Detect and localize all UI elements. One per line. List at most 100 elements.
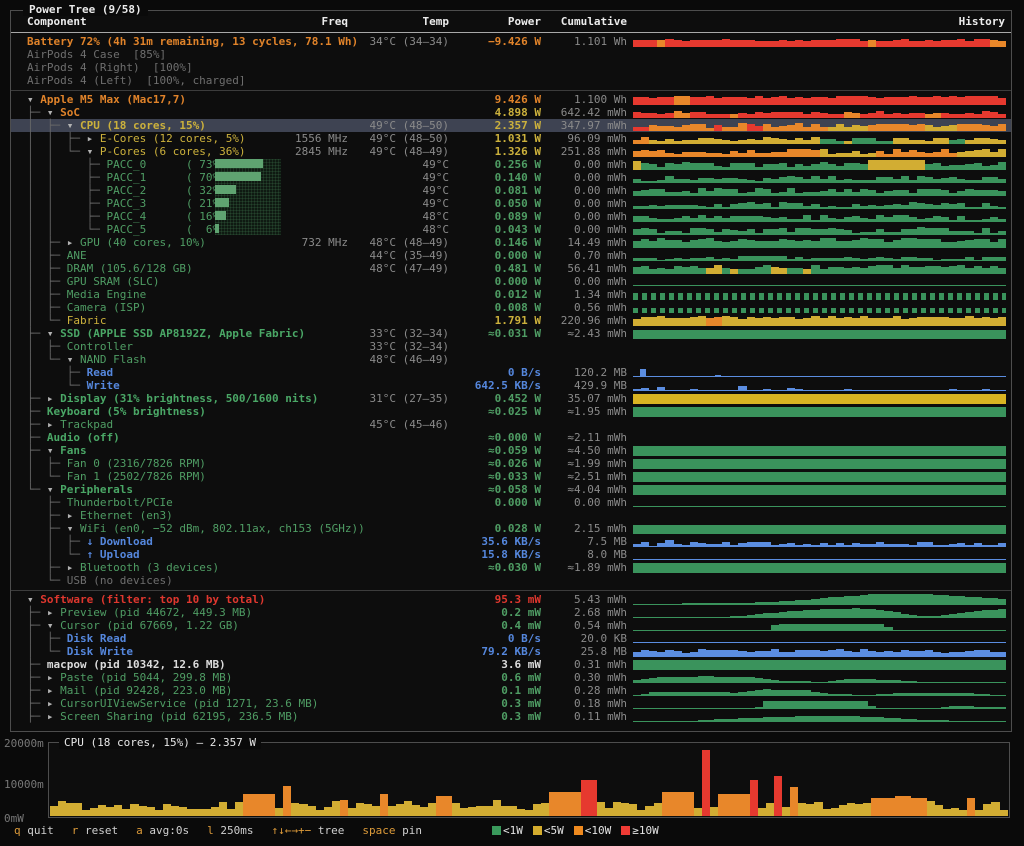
tree-row[interactable]: AirPods 4 (Left) [100%, charged] [11,74,1011,87]
tree-row[interactable]: │ ├─ Media Engine0.012 W1.34 mWh [11,288,1011,301]
tree-row[interactable]: │ │ ├─ PACC_4 ( 16%)48°C0.089 W0.00 mWh [11,210,1011,223]
collapse-triangle-icon[interactable]: ▾ [27,593,40,606]
expand-triangle-icon[interactable]: ▸ [47,418,60,431]
tree-row[interactable]: │ ├─ Controller33°C (32–34) [11,340,1011,353]
expand-triangle-icon[interactable]: ▸ [47,684,60,697]
tree-row[interactable]: │ │ └─ PACC_5 ( 6%)48°C0.043 W0.00 mWh [11,223,1011,236]
tree-row[interactable]: ├─ ▸ Bluetooth (3 devices)≈0.030 W≈1.89 … [11,561,1011,574]
expand-triangle-icon[interactable]: ▸ [47,392,60,405]
expand-triangle-icon[interactable]: ▸ [47,671,60,684]
expand-triangle-icon[interactable]: ▸ [47,710,60,723]
tree-branch-lines: ├─ [27,561,67,574]
tree-row[interactable]: │ └─ Fabric1.791 W220.96 mWh [11,314,1011,327]
tree-row[interactable]: ├─ Keyboard (5% brightness)≈0.025 W≈1.95… [11,405,1011,418]
tree-row[interactable]: ├─ Thunderbolt/PCIe0.000 W0.00 mWh [11,496,1011,509]
tree-row[interactable]: │ ├─ GPU SRAM (SLC)0.000 W0.00 mWh [11,275,1011,288]
tree-row[interactable]: │ │ ├─ PACC_0 ( 73%)49°C0.256 W0.00 mWh [11,158,1011,171]
history-bar [714,650,722,657]
collapse-triangle-icon[interactable]: ▾ [67,353,80,366]
collapse-triangle-icon[interactable]: ▾ [47,327,60,340]
collapse-triangle-icon[interactable]: ▾ [67,119,80,132]
tree-row[interactable]: ▾ Apple M5 Max (Mac17,7)9.426 W1.100 Wh [11,93,1011,106]
collapse-triangle-icon[interactable]: ▾ [27,93,40,106]
tree-row[interactable]: ├─ ▸ Mail (pid 92428, 223.0 MB)0.1 mW0.2… [11,684,1011,697]
history-bar [698,390,706,391]
history-bar [990,721,998,722]
tree-row[interactable]: │ └─ Disk Write79.2 KB/s25.8 MB [11,645,1011,658]
tree-row[interactable]: │ ├─ ANE44°C (35–49)0.000 W0.70 mWh [11,249,1011,262]
tree-row[interactable]: │ ├─ Fan 0 (2316/7826 RPM)≈0.026 W≈1.99 … [11,457,1011,470]
history-bar [726,794,734,816]
collapse-triangle-icon[interactable]: ▾ [47,106,60,119]
tree-row[interactable]: │ ├─ ▾ CPU (18 cores, 15%)49°C (48–50)2.… [11,119,1011,132]
tree-row[interactable]: │ └─ Fan 1 (2502/7826 RPM)≈0.033 W≈2.51 … [11,470,1011,483]
tree-row[interactable]: ├─ ▾ SSD (APPLE SSD AP8192Z, Apple Fabri… [11,327,1011,340]
history-bar [682,179,690,183]
tree-row[interactable]: ├─ ▾ WiFi (en0, −52 dBm, 802.11ax, ch153… [11,522,1011,535]
tree-row[interactable]: ├─ ▸ Trackpad45°C (45–46) [11,418,1011,431]
expand-triangle-icon[interactable]: ▸ [87,132,100,145]
history-bar [690,542,698,547]
history-bar [657,604,665,605]
tree-row[interactable]: ├─ ▸ Paste (pid 5044, 299.8 MB)0.6 mW0.3… [11,671,1011,684]
tree-row[interactable]: Battery 72% (4h 31m remaining, 13 cycles… [11,35,1011,48]
history-bar [747,240,755,248]
tree-row[interactable]: ├─ ▸ Preview (pid 44672, 449.3 MB)0.2 mW… [11,606,1011,619]
tree-row[interactable]: └─ USB (no devices) [11,574,1011,587]
tree-row[interactable]: AirPods 4 Case [85%] [11,48,1011,61]
tree-row[interactable]: │ ├─ Camera (ISP)0.008 W0.56 mWh [11,301,1011,314]
history-bar [633,140,641,144]
history-sparkline [633,107,1006,118]
tree-row[interactable]: ├─ ▾ Fans≈0.059 W≈4.50 mWh [11,444,1011,457]
tree-row[interactable]: ├─ ▸ Ethernet (en3) [11,509,1011,522]
collapse-triangle-icon[interactable]: ▾ [87,145,100,158]
tree-row[interactable]: ├─ ▾ Cursor (pid 67669, 1.22 GB)0.4 mW0.… [11,619,1011,632]
history-bar [814,802,822,816]
tree-row[interactable]: │ ├─ Read0 B/s120.2 MB [11,366,1011,379]
cumulative-value: 56.41 mWh [545,262,627,275]
tree-row[interactable]: │ │ ├─ ▸ E-Cores (12 cores, 5%)1556 MHz4… [11,132,1011,145]
collapse-triangle-icon[interactable]: ▾ [47,444,60,457]
tree-row[interactable]: │ │ ├─ PACC_3 ( 21%)49°C0.050 W0.00 mWh [11,197,1011,210]
history-bar [925,189,933,196]
history-bar [589,780,597,816]
tree-row[interactable]: │ │ ├─ PACC_1 ( 70%)49°C0.140 W0.00 mWh [11,171,1011,184]
tree-row[interactable]: │ └─ ↑ Upload15.8 KB/s8.0 MB [11,548,1011,561]
tree-row[interactable]: │ ├─ Disk Read0 B/s20.0 KB [11,632,1011,645]
expand-triangle-icon[interactable]: ▸ [67,509,80,522]
tree-row[interactable]: ├─ ▸ Display (31% brightness, 500/1600 n… [11,392,1011,405]
tree-row[interactable]: └─ ▾ Peripherals≈0.058 W≈4.04 mWh [11,483,1011,496]
tree-row[interactable]: │ └─ ▾ NAND Flash48°C (46–49) [11,353,1011,366]
history-bar [957,152,965,157]
tree-row[interactable]: │ ├─ ↓ Download35.6 KB/s7.5 MB [11,535,1011,548]
tree-row[interactable]: ├─ Audio (off)≈0.000 W≈2.11 mWh [11,431,1011,444]
history-bar [730,216,738,222]
cumulative-value: 429.9 MB [545,379,627,392]
shortcut-pin: space pin [362,824,422,837]
component-name: PACC_5 ( 6%) [106,223,225,236]
history-bar [860,679,868,683]
expand-triangle-icon[interactable]: ▸ [67,561,80,574]
collapse-triangle-icon[interactable]: ▾ [47,483,60,496]
expand-triangle-icon[interactable]: ▸ [47,606,60,619]
tree-row[interactable]: ├─ ▸ CursorUIViewService (pid 1271, 23.6… [11,697,1011,710]
tree-row[interactable]: ├─ ▸ Screen Sharing (pid 62195, 236.5 MB… [11,710,1011,723]
tree-row[interactable]: ├─ macpow (pid 10342, 12.6 MB)3.6 mW0.31… [11,658,1011,671]
tree-row[interactable]: │ ├─ DRAM (105.6/128 GB)48°C (47–49)0.48… [11,262,1011,275]
tree-row[interactable]: │ │ └─ ▾ P-Cores (6 cores, 36%)2845 MHz4… [11,145,1011,158]
history-bar [860,544,868,547]
tree-row[interactable]: │ ├─ ▸ GPU (40 cores, 10%)732 MHz48°C (4… [11,236,1011,249]
tree-row[interactable]: AirPods 4 (Right) [100%] [11,61,1011,74]
tree-row[interactable]: │ └─ Write642.5 KB/s429.9 MB [11,379,1011,392]
history-bar [722,268,730,274]
history-bar [860,218,868,222]
tree-row[interactable]: │ │ ├─ PACC_2 ( 32%)49°C0.081 W0.00 mWh [11,184,1011,197]
expand-triangle-icon[interactable]: ▸ [47,697,60,710]
expand-triangle-icon[interactable]: ▸ [67,236,80,249]
collapse-triangle-icon[interactable]: ▾ [67,522,80,535]
history-bar [967,798,975,816]
tree-row[interactable]: ├─ ▾ SoC4.898 W642.42 mWh [11,106,1011,119]
cumulative-value: 0.00 mWh [545,184,627,197]
collapse-triangle-icon[interactable]: ▾ [47,619,60,632]
tree-row[interactable]: ▾ Software (filter: top 10 by total)95.3… [11,593,1011,606]
